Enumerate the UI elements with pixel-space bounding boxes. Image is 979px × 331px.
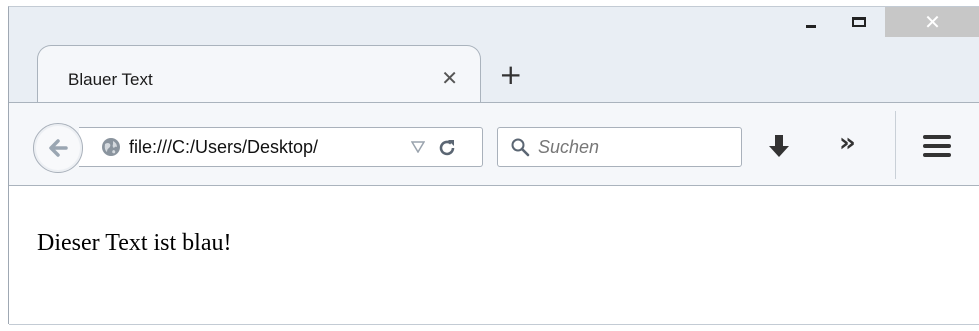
search-bar[interactable] [497, 127, 742, 167]
overflow-chevron-icon[interactable]: » [839, 130, 856, 156]
new-tab-button[interactable]: + [499, 61, 522, 89]
tab-active[interactable]: Blauer Text ✕ [37, 45, 481, 107]
reload-icon[interactable] [436, 137, 458, 159]
tab-title: Blauer Text [68, 70, 153, 89]
browser-window: ✕ Blauer Text ✕ + file:///C:/Users/Deskt… [8, 6, 979, 325]
tab-close-icon[interactable]: ✕ [441, 66, 458, 90]
minimize-icon [805, 24, 816, 28]
url-text[interactable]: file:///C:/Users/Desktop/ [129, 137, 318, 158]
hamburger-menu-icon[interactable] [923, 135, 951, 157]
close-icon: ✕ [924, 10, 941, 34]
page-content: Dieser Text ist blau! [9, 186, 979, 325]
magnifier-icon [511, 138, 530, 157]
globe-icon [102, 138, 120, 156]
page-text: Dieser Text ist blau! [37, 230, 232, 256]
back-button[interactable] [33, 123, 83, 173]
close-window-button[interactable]: ✕ [885, 7, 979, 37]
maximize-button[interactable] [834, 7, 884, 37]
toolbar-divider [895, 111, 896, 179]
minimize-button[interactable] [787, 7, 834, 37]
back-arrow-icon [49, 139, 68, 157]
search-input[interactable] [538, 134, 728, 160]
url-bar[interactable]: file:///C:/Users/Desktop/ [79, 127, 483, 167]
download-arrow-icon[interactable] [767, 133, 791, 159]
navigation-toolbar: file:///C:/Users/Desktop/ Suchen » [9, 102, 979, 186]
maximize-icon [852, 17, 866, 27]
dropdown-triangle-icon[interactable] [411, 141, 425, 153]
